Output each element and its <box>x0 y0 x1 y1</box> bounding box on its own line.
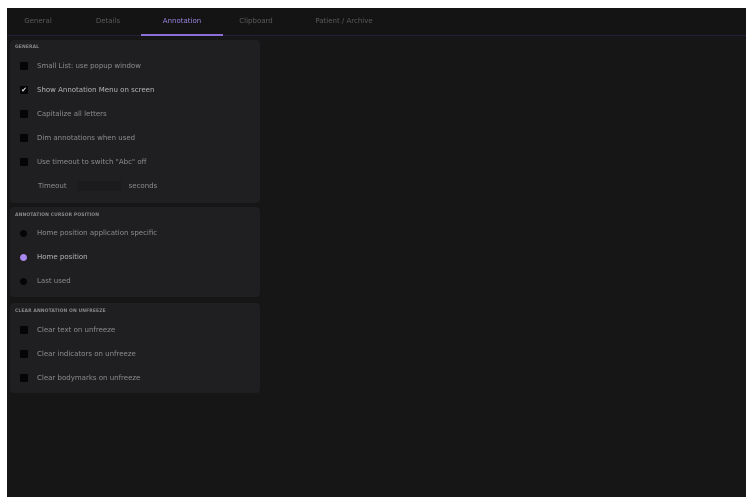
active-tab-indicator <box>141 34 223 36</box>
checkbox-box[interactable] <box>20 326 28 334</box>
checkbox-label: Clear indicators on unfreeze <box>37 350 136 358</box>
checkmark-icon: ✔ <box>21 86 27 94</box>
checkbox-box[interactable] <box>20 374 28 382</box>
tab-label: Patient / Archive <box>315 17 373 25</box>
timeout-label: Timeout <box>38 182 67 190</box>
capitalize-letters-checkbox[interactable]: Capitalize all letters <box>20 108 107 120</box>
dim-annotations-checkbox[interactable]: Dim annotations when used <box>20 132 135 144</box>
tab-label: Annotation <box>162 17 202 25</box>
checkbox-label: Small List: use popup window <box>37 62 141 70</box>
checkbox-label: Capitalize all letters <box>37 110 107 118</box>
radio-circle[interactable] <box>20 253 27 261</box>
last-used-radio[interactable]: Last used <box>20 275 71 287</box>
radio-label: Home position application specific <box>37 229 158 237</box>
tab-label: Clipboard <box>239 17 273 25</box>
radio-label: Home position <box>37 253 88 261</box>
clear-bodymarks-checkbox[interactable]: Clear bodymarks on unfreeze <box>20 372 140 384</box>
radio-label: Last used <box>37 277 71 285</box>
tab-label: Details <box>95 17 121 25</box>
section-title-general: GENERAL <box>15 45 40 50</box>
settings-window: General Details Annotation Clipboard Pat… <box>7 8 746 497</box>
clear-indicators-checkbox[interactable]: Clear indicators on unfreeze <box>20 348 136 360</box>
checkbox-label: Clear text on unfreeze <box>37 326 116 334</box>
checkbox-box[interactable]: ✔ <box>20 86 28 94</box>
cursor-position-panel: ANNOTATION CURSOR POSITION Home position… <box>10 207 260 297</box>
tab-details[interactable]: Details <box>87 8 129 35</box>
checkbox-box[interactable] <box>20 62 28 70</box>
home-position-app-specific-radio[interactable]: Home position application specific <box>20 227 157 239</box>
tab-general[interactable]: General <box>17 8 59 35</box>
checkbox-label: Show Annotation Menu on screen <box>37 86 155 94</box>
tab-annotation[interactable]: Annotation <box>141 8 223 36</box>
checkbox-box[interactable] <box>20 350 28 358</box>
checkbox-box[interactable] <box>20 134 28 142</box>
general-panel: GENERAL Small List: use popup window ✔ S… <box>10 40 260 203</box>
radio-circle[interactable] <box>20 277 27 285</box>
clear-text-checkbox[interactable]: Clear text on unfreeze <box>20 324 115 336</box>
timeout-row: Timeout seconds <box>38 180 157 192</box>
section-title-cursor-position: ANNOTATION CURSOR POSITION <box>15 213 100 218</box>
tab-bar: General Details Annotation Clipboard Pat… <box>7 8 746 36</box>
tab-patient-archive[interactable]: Patient / Archive <box>307 8 381 35</box>
checkbox-box[interactable] <box>20 110 28 118</box>
timeout-unit: seconds <box>128 182 158 190</box>
tab-label: General <box>24 17 52 25</box>
checkbox-label: Dim annotations when used <box>37 134 136 142</box>
checkbox-box[interactable] <box>20 158 28 166</box>
timeout-input[interactable] <box>76 181 121 191</box>
checkbox-label: Use timeout to switch "Abc" off <box>37 158 147 166</box>
clear-on-unfreeze-panel: CLEAR ANNOTATION ON UNFREEZE Clear text … <box>10 303 260 393</box>
tab-clipboard[interactable]: Clipboard <box>235 8 277 35</box>
small-list-popup-checkbox[interactable]: Small List: use popup window <box>20 60 141 72</box>
radio-circle[interactable] <box>20 229 27 237</box>
section-title-clear-on-unfreeze: CLEAR ANNOTATION ON UNFREEZE <box>15 309 106 314</box>
use-timeout-checkbox[interactable]: Use timeout to switch "Abc" off <box>20 156 146 168</box>
show-annotation-menu-checkbox[interactable]: ✔ Show Annotation Menu on screen <box>20 84 154 96</box>
home-position-radio[interactable]: Home position <box>20 251 88 263</box>
checkbox-label: Clear bodymarks on unfreeze <box>37 374 141 382</box>
